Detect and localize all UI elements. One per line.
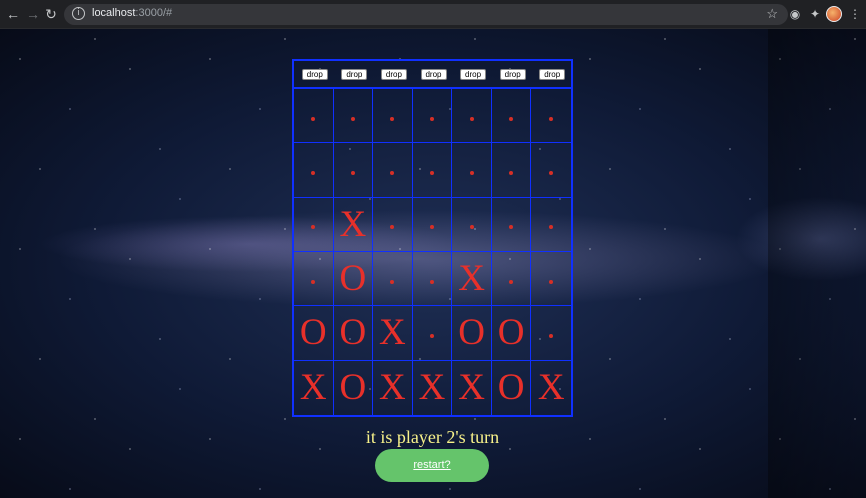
- board-cell-r3-c1: [294, 197, 334, 252]
- board-cell-r1-c5: [452, 89, 492, 144]
- restart-button[interactable]: restart?: [375, 449, 489, 482]
- board-cell-r5-c4: [412, 306, 453, 361]
- board-cell-r5-c1: O: [294, 306, 334, 361]
- board-cell-r1-c7: [531, 89, 571, 144]
- menu-icon[interactable]: ⋮: [846, 5, 864, 23]
- board-cell-r4-c3: [373, 251, 413, 307]
- board-cell-r5-c2: O: [333, 306, 374, 361]
- board-cell-r2-c7: [531, 143, 571, 198]
- board-cell-r2-c2: [333, 143, 374, 198]
- board-cell-r1-c3: [373, 89, 413, 144]
- board-cell-r6-c5: X: [452, 360, 492, 415]
- board-cell-r5-c3: X: [373, 306, 413, 361]
- board-cell-r6-c2: O: [334, 360, 374, 415]
- board-cell-r1-c1: [294, 89, 334, 144]
- board-cell-r6-c4: X: [413, 360, 453, 415]
- board-cell-r2-c3: [373, 143, 413, 198]
- board-cell-r4-c6: [491, 251, 532, 307]
- board-grid: XOXOOXOOXOXXXOX: [294, 89, 571, 415]
- board-cell-r4-c5: X: [452, 251, 492, 307]
- address-bar[interactable]: i localhost:3000/# ☆: [64, 4, 788, 25]
- board-cell-r4-c7: [531, 252, 571, 307]
- board-cell-r5-c6: O: [491, 306, 532, 361]
- board-cell-r3-c6: [491, 197, 532, 252]
- reload-icon[interactable]: ↻: [42, 5, 60, 23]
- page-content: drop drop drop drop drop drop drop XOXOOXOOXOX…: [0, 29, 866, 498]
- board-cell-r3-c5: [452, 197, 492, 252]
- drop-button-col-3[interactable]: drop: [380, 69, 407, 80]
- drop-button-col-6[interactable]: drop: [499, 69, 526, 80]
- board-cell-r6-c7: X: [537, 367, 565, 409]
- drop-row: drop drop drop drop drop drop drop: [294, 61, 571, 89]
- drop-button-col-7[interactable]: drop: [539, 69, 566, 80]
- board-cell-r6-c1: X: [294, 360, 334, 415]
- drop-button-col-4[interactable]: drop: [420, 69, 447, 80]
- board-cell-r4-c2: O: [333, 251, 374, 307]
- board-cell-r2-c5: [452, 143, 492, 198]
- game-board: drop drop drop drop drop drop drop XOXOOXOOXOX…: [292, 59, 573, 417]
- board-cell-r2-c4: [412, 143, 453, 198]
- board-cell-r1-c6: [491, 89, 532, 144]
- board-cell-r5-c7: [531, 306, 571, 361]
- drop-button-col-1[interactable]: drop: [301, 69, 328, 80]
- board-cell-r4-c4: [412, 251, 453, 307]
- turn-indicator: it is player 2's turn: [365, 427, 500, 447]
- board-cell-r2-c1: [294, 143, 334, 198]
- extension-icon[interactable]: ◉: [786, 5, 804, 23]
- browser-toolbar: ← → ↻ i localhost:3000/# ☆ ◉ ✦ ⋮: [0, 0, 866, 29]
- board-cell-r3-c7: [531, 198, 571, 252]
- bookmark-star-icon[interactable]: ☆: [766, 6, 778, 22]
- board-cell-r2-c6: [491, 143, 532, 198]
- board-cell-r5-c5: O: [452, 306, 492, 361]
- board-cell-r1-c4: [412, 89, 453, 144]
- board-cell-r3-c2: X: [333, 197, 374, 252]
- site-info-icon[interactable]: i: [72, 7, 85, 20]
- back-icon[interactable]: ←: [4, 5, 22, 23]
- drop-button-col-5[interactable]: drop: [460, 69, 487, 80]
- board-cell-r1-c2: [333, 89, 374, 144]
- board-cell-r6-c6: O: [492, 360, 532, 415]
- board-cell-r4-c1: [294, 251, 334, 307]
- url-text: localhost:3000/#: [92, 7, 173, 19]
- drop-button-col-2[interactable]: drop: [341, 69, 368, 80]
- forward-icon[interactable]: →: [24, 5, 42, 23]
- board-cell-r3-c3: [373, 197, 413, 252]
- board-cell-r6-c3: X: [373, 360, 413, 415]
- puzzle-icon[interactable]: ✦: [806, 5, 824, 23]
- profile-avatar[interactable]: [826, 6, 842, 22]
- board-cell-r3-c4: [412, 197, 453, 252]
